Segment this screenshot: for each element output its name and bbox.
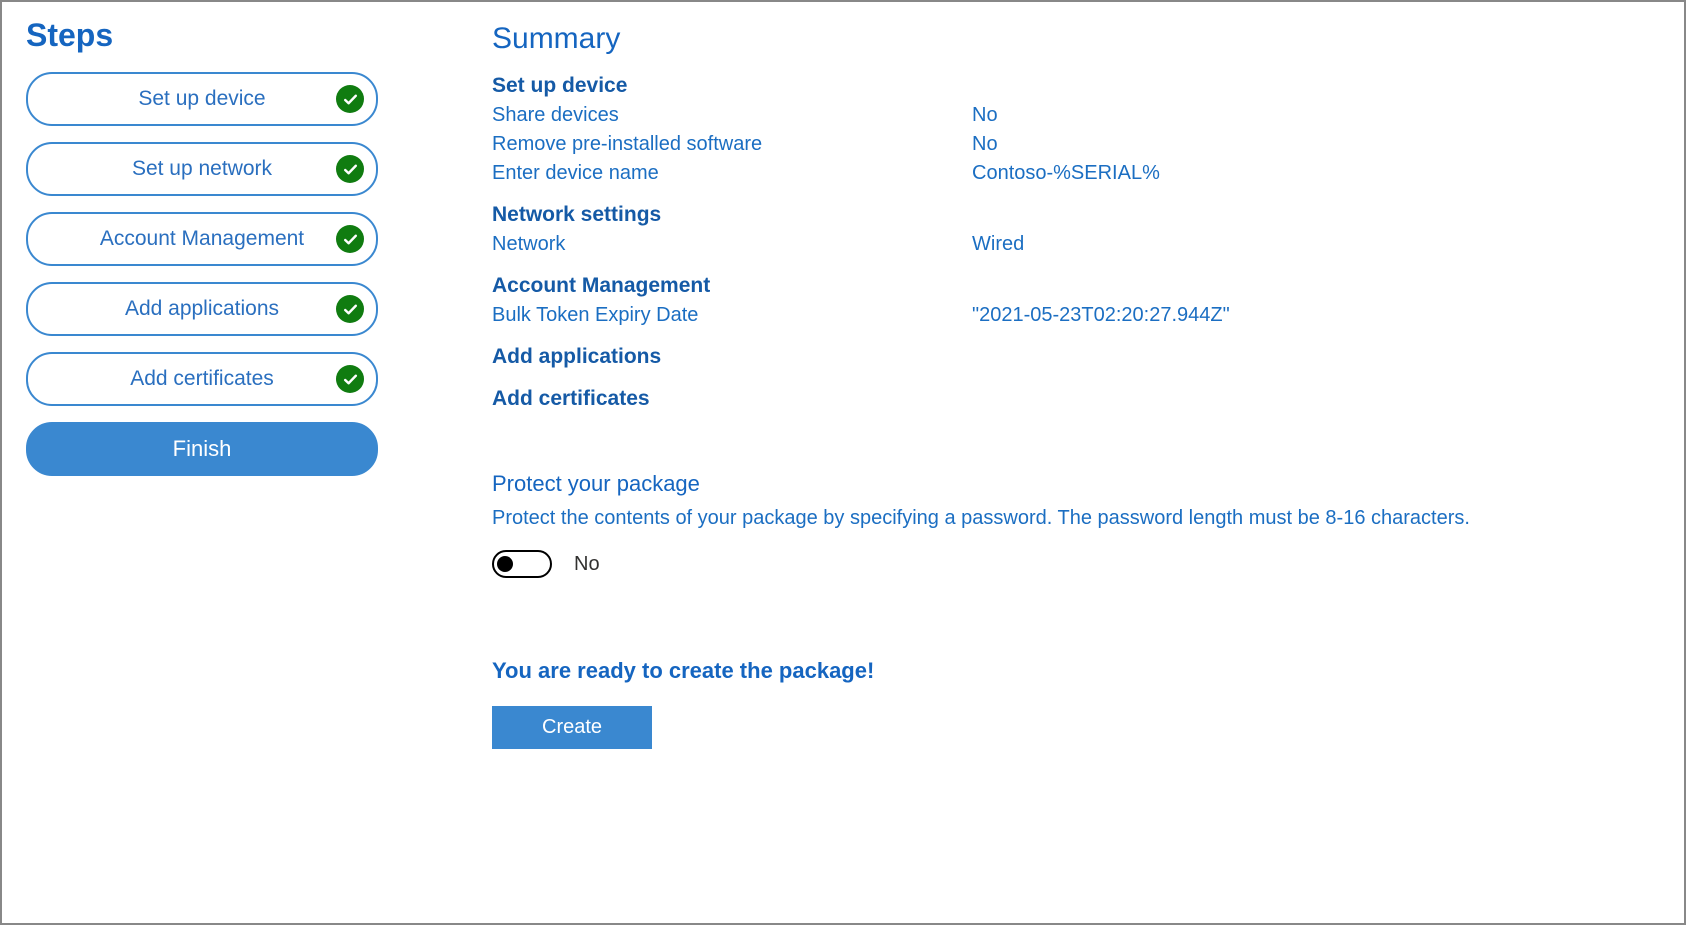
summary-value: "2021-05-23T02:20:27.944Z" xyxy=(972,304,1230,327)
summary-value: Wired xyxy=(972,233,1024,256)
ready-section: You are ready to create the package! Cre… xyxy=(492,658,1654,749)
step-label: Add certificates xyxy=(130,367,274,391)
section-heading-apps: Add applications xyxy=(492,345,1654,369)
summary-title: Summary xyxy=(492,22,1654,56)
section-heading-certs: Add certificates xyxy=(492,387,1654,411)
step-label: Set up device xyxy=(138,87,265,111)
checkmark-icon xyxy=(336,365,364,393)
summary-value: Contoso-%SERIAL% xyxy=(972,162,1160,185)
step-finish[interactable]: Finish xyxy=(26,422,378,476)
protect-heading: Protect your package xyxy=(492,471,1654,497)
ready-text: You are ready to create the package! xyxy=(492,658,1654,684)
checkmark-icon xyxy=(336,155,364,183)
step-add-certificates[interactable]: Add certificates xyxy=(26,352,378,406)
section-heading-account: Account Management xyxy=(492,274,1654,298)
app-window: Steps Set up device Set up network Accou… xyxy=(0,0,1686,925)
summary-row: Network Wired xyxy=(492,233,1654,256)
protect-toggle-row: No xyxy=(492,550,1654,578)
step-label: Add applications xyxy=(125,297,279,321)
create-button[interactable]: Create xyxy=(492,706,652,749)
protect-toggle[interactable] xyxy=(492,550,552,578)
checkmark-icon xyxy=(336,225,364,253)
checkmark-icon xyxy=(336,85,364,113)
step-account-management[interactable]: Account Management xyxy=(26,212,378,266)
summary-key: Enter device name xyxy=(492,162,972,185)
step-label: Account Management xyxy=(100,227,304,251)
steps-title: Steps xyxy=(26,17,378,54)
summary-panel: Summary Set up device Share devices No R… xyxy=(402,2,1684,923)
checkmark-icon xyxy=(336,295,364,323)
summary-row: Share devices No xyxy=(492,104,1654,127)
section-heading-setup-device: Set up device xyxy=(492,74,1654,98)
section-heading-network: Network settings xyxy=(492,203,1654,227)
protect-section: Protect your package Protect the content… xyxy=(492,471,1654,578)
summary-row: Bulk Token Expiry Date "2021-05-23T02:20… xyxy=(492,304,1654,327)
step-set-up-device[interactable]: Set up device xyxy=(26,72,378,126)
summary-value: No xyxy=(972,104,998,127)
summary-row: Enter device name Contoso-%SERIAL% xyxy=(492,162,1654,185)
step-add-applications[interactable]: Add applications xyxy=(26,282,378,336)
summary-key: Network xyxy=(492,233,972,256)
step-label: Set up network xyxy=(132,157,272,181)
summary-value: No xyxy=(972,133,998,156)
summary-row: Remove pre-installed software No xyxy=(492,133,1654,156)
step-label: Finish xyxy=(173,436,232,462)
step-set-up-network[interactable]: Set up network xyxy=(26,142,378,196)
summary-key: Share devices xyxy=(492,104,972,127)
protect-toggle-label: No xyxy=(574,553,600,576)
summary-key: Remove pre-installed software xyxy=(492,133,972,156)
summary-key: Bulk Token Expiry Date xyxy=(492,304,972,327)
steps-sidebar: Steps Set up device Set up network Accou… xyxy=(2,2,402,923)
toggle-knob xyxy=(497,556,513,572)
protect-description: Protect the contents of your package by … xyxy=(492,507,1654,530)
